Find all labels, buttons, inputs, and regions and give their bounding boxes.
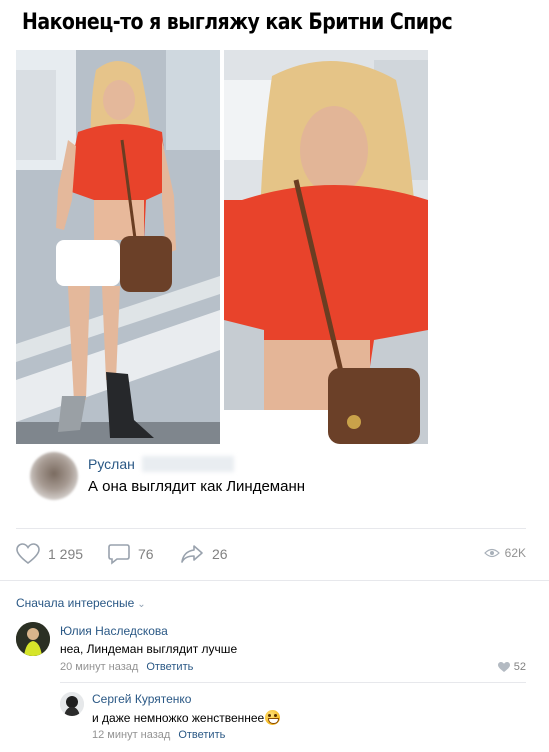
sort-label: Сначала интересные [16,596,135,610]
comment-icon [108,544,130,565]
heart-icon [16,543,40,565]
comment-reply-item: Сергей Курятенко и даже немножко женстве… [60,690,526,746]
reply-button[interactable]: Ответить [178,729,225,741]
share-button[interactable]: 26 [180,540,228,568]
post-photos[interactable] [16,50,428,444]
like-button[interactable]: 1 295 [16,540,83,568]
photo-full-body[interactable] [16,50,220,444]
views-count: 62K [504,546,526,560]
comment-count: 76 [138,546,154,562]
divider [16,528,526,529]
avatar[interactable] [60,692,84,716]
avatar-image [60,692,84,716]
quoted-author-surname-blur [142,456,234,472]
avatar-image [16,622,50,656]
heart-icon [497,662,510,672]
comment-meta: 12 минут назад Ответить [92,729,225,741]
comment-meta: 20 минут назад Ответить [60,661,193,673]
post-title: Наконец-то я выгляжу как Бритни Спирс [22,10,453,35]
eye-icon [483,548,500,558]
grinning-face-emoji-icon [265,710,281,725]
comment-author[interactable]: Сергей Курятенко [92,692,191,706]
views-counter: 62K [483,546,526,560]
comment-text-wrap: и даже немножко женственнее [92,710,281,725]
comment-like-button[interactable]: 52 [497,661,526,673]
share-count: 26 [212,546,228,562]
comment-text: и даже немножко женственнее [92,711,265,725]
comment-button[interactable]: 76 [108,540,154,568]
comment-time: 20 минут назад [60,661,139,673]
post-actions: 1 295 76 26 62K [16,540,526,570]
photo-full-body-illustration [16,50,220,444]
sort-comments-dropdown[interactable]: Сначала интересные ⌄ [16,596,146,610]
comment-author[interactable]: Юлия Наследскова [60,624,168,638]
like-count: 1 295 [48,546,84,562]
comment-time: 12 минут назад [92,729,171,741]
comment-item: Юлия Наследскова неа, Линдеман выглядит … [16,622,526,678]
reply-button[interactable]: Ответить [146,661,193,673]
divider [0,580,549,581]
photo-closeup-illustration [224,50,428,444]
avatar[interactable] [16,622,50,656]
divider [60,682,526,683]
comment-text: неа, Линдеман выглядит лучше [60,642,238,656]
share-icon [181,545,203,563]
photo-closeup[interactable] [224,50,428,444]
quoted-avatar[interactable] [30,452,78,500]
chevron-down-icon: ⌄ [137,599,146,610]
quoted-author[interactable]: Руслан [88,456,135,472]
quoted-text: А она выглядит как Линдеманн [88,478,306,495]
comment-like-count: 52 [513,661,526,673]
